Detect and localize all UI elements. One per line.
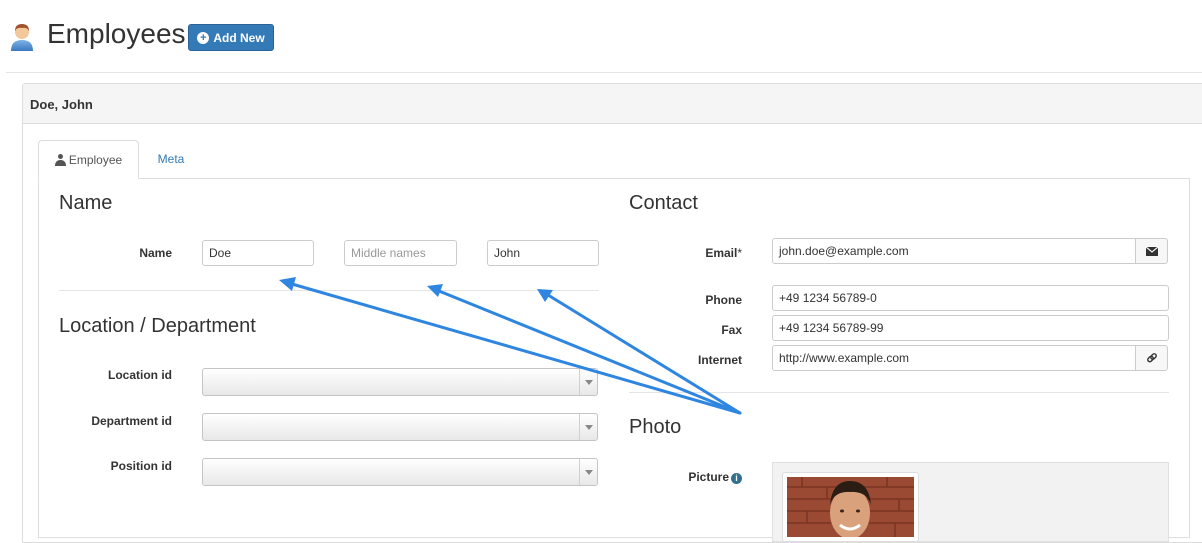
location-heading: Location / Department <box>59 315 256 337</box>
fax-input[interactable]: +49 1234 56789-99 <box>772 315 1169 341</box>
required-mark: * <box>737 246 742 260</box>
caret-down-icon <box>579 369 597 395</box>
phone-label: Phone <box>705 293 742 307</box>
department-id-label: Department id <box>91 414 172 428</box>
location-id-select[interactable] <box>202 368 598 396</box>
open-link-button[interactable] <box>1135 345 1168 371</box>
phone-input[interactable]: +49 1234 56789-0 <box>772 285 1169 311</box>
middle-names-input[interactable]: Middle names <box>344 240 457 266</box>
caret-down-icon <box>579 414 597 440</box>
add-new-button[interactable]: + Add New <box>188 24 274 51</box>
caret-down-icon <box>579 459 597 485</box>
location-id-label: Location id <box>108 368 172 382</box>
fax-label: Fax <box>721 323 742 337</box>
internet-label: Internet <box>697 353 742 367</box>
tab-meta[interactable]: Meta <box>146 140 196 178</box>
panel-title: Doe, John <box>30 97 93 112</box>
position-id-label: Position id <box>110 459 172 473</box>
add-new-label: Add New <box>213 30 265 45</box>
employees-avatar-icon <box>8 22 36 52</box>
department-id-select[interactable] <box>202 413 598 441</box>
envelope-icon <box>1145 246 1158 256</box>
plus-circle-icon: + <box>197 31 210 44</box>
employee-photo <box>787 477 914 537</box>
email-label: Email* <box>660 246 742 260</box>
name-label: Name <box>139 246 172 260</box>
page-title: Employees <box>47 18 186 49</box>
first-name-input[interactable]: John <box>487 240 599 266</box>
name-divider <box>59 290 599 291</box>
tab-employee[interactable]: Employee <box>38 140 139 179</box>
info-icon[interactable]: i <box>731 473 742 484</box>
email-label-text: Email <box>705 246 738 260</box>
header-divider <box>6 72 1202 73</box>
tab-employee-label: Employee <box>68 152 123 167</box>
person-icon <box>54 153 66 166</box>
panel-heading <box>23 84 1202 124</box>
contact-heading: Contact <box>629 192 698 214</box>
internet-input[interactable]: http://www.example.com <box>772 345 1136 371</box>
contact-divider <box>629 392 1169 393</box>
position-id-select[interactable] <box>202 458 598 486</box>
picture-label-text: Picture <box>688 470 729 484</box>
picture-label: Picture i <box>640 470 742 484</box>
email-input[interactable]: john.doe@example.com <box>772 238 1136 264</box>
last-name-input[interactable]: Doe <box>202 240 314 266</box>
photo-heading: Photo <box>629 416 682 438</box>
email-send-button[interactable] <box>1135 238 1168 264</box>
link-icon <box>1146 353 1157 363</box>
name-heading: Name <box>59 192 113 214</box>
